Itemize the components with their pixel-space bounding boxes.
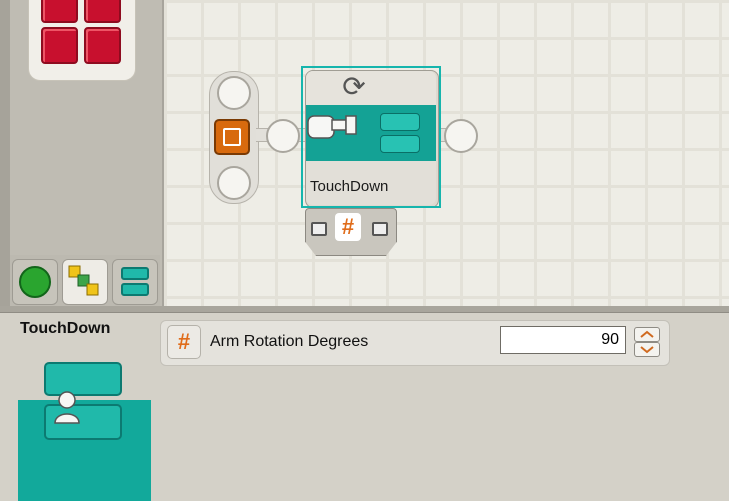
- hub-input-plug[interactable]: [311, 222, 327, 236]
- complete-palette-icon: [68, 265, 99, 296]
- palette-block-icon: [84, 0, 121, 23]
- green-circle-icon: [19, 266, 51, 298]
- arm-rotation-degrees-input[interactable]: [500, 326, 626, 354]
- sequence-wire-out: [436, 119, 478, 153]
- degrees-stepper[interactable]: [634, 327, 660, 357]
- sequence-port[interactable]: [266, 119, 300, 153]
- palette-common-blocks-tile[interactable]: [28, 0, 136, 81]
- chevron-up-icon: [640, 330, 654, 338]
- palette-block-icon: [84, 27, 121, 64]
- block-selection-frame: [301, 66, 441, 208]
- palette-block-icon: [41, 0, 78, 23]
- hash-icon: #: [335, 213, 361, 241]
- chevron-down-icon: [640, 346, 654, 354]
- user-icon: [54, 391, 80, 424]
- sequence-port[interactable]: [217, 166, 251, 200]
- palette-tabs: [10, 255, 160, 307]
- param-label: Arm Rotation Degrees: [210, 333, 369, 350]
- config-title: TouchDown: [20, 320, 111, 337]
- sequence-port[interactable]: [444, 119, 478, 153]
- stepper-down-button[interactable]: [634, 342, 660, 357]
- start-block-inner: [223, 128, 241, 146]
- tab-common-palette[interactable]: [12, 259, 58, 305]
- hub-output-plug[interactable]: [372, 222, 388, 236]
- hash-icon: #: [167, 325, 201, 359]
- tab-custom-palette[interactable]: [112, 259, 158, 305]
- tab-complete-palette[interactable]: [62, 259, 108, 305]
- sequence-port[interactable]: [217, 76, 251, 110]
- start-block-icon[interactable]: [214, 119, 250, 155]
- palette-block-icon: [41, 27, 78, 64]
- palette-edge: [0, 0, 10, 310]
- stepper-up-button[interactable]: [634, 327, 660, 342]
- custom-palette-icon: [121, 267, 149, 296]
- panel-divider[interactable]: [0, 306, 729, 313]
